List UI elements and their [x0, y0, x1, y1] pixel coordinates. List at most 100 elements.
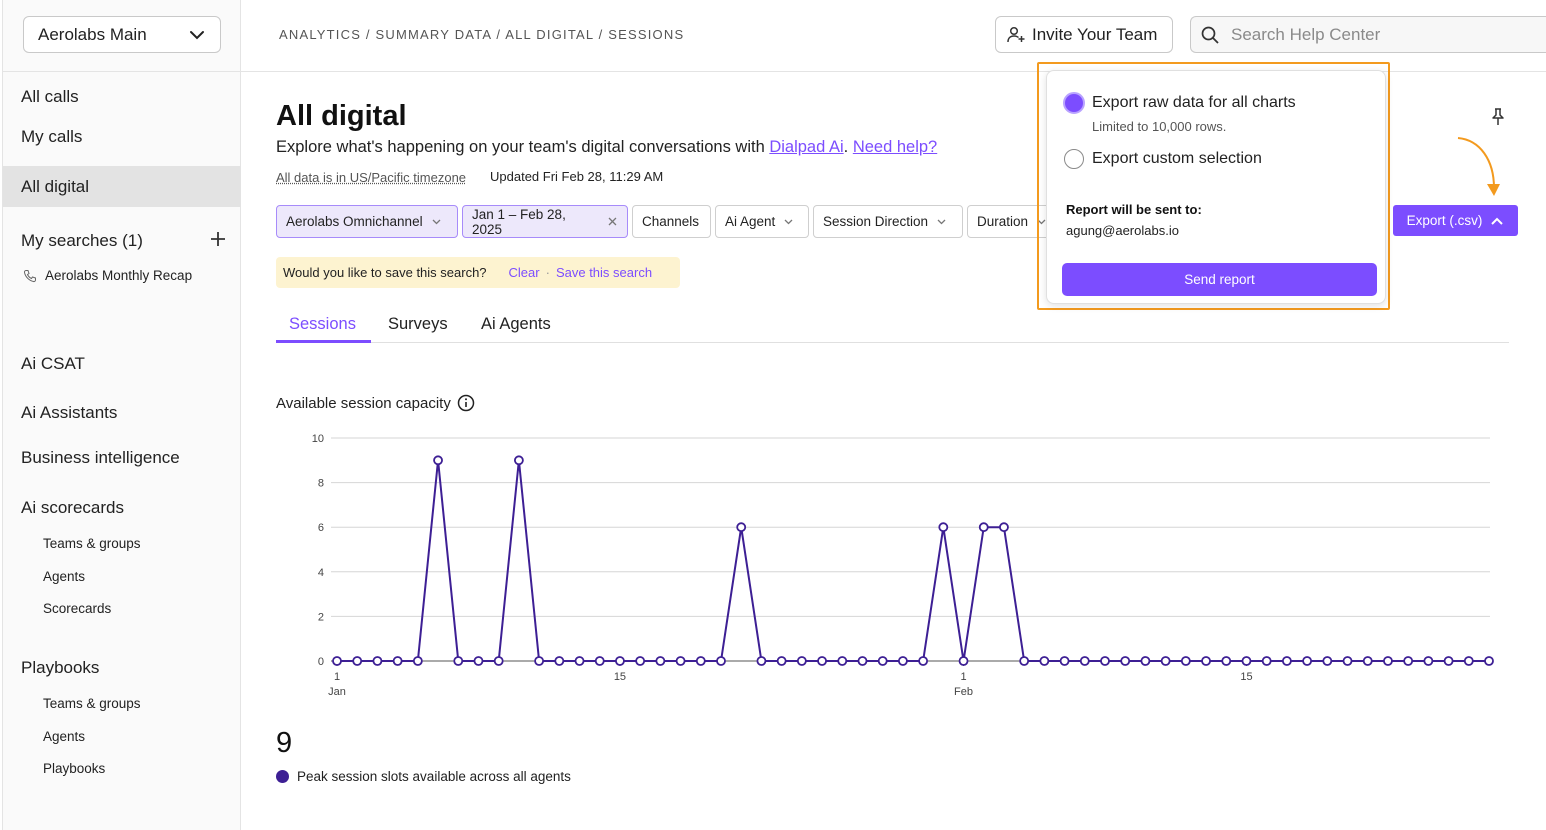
filter-chip-session-direction[interactable]: Session Direction: [813, 205, 963, 238]
sidebar-item-ai-csat[interactable]: Ai CSAT: [3, 349, 241, 379]
close-icon[interactable]: [607, 216, 618, 227]
chevron-down-icon: [190, 30, 204, 39]
data-point: [877, 656, 888, 666]
sidebar-item-label: My searches (1): [21, 231, 143, 250]
data-point: [938, 522, 949, 533]
add-user-icon: [1007, 26, 1025, 42]
data-point: [493, 656, 504, 666]
data-point: [675, 656, 686, 666]
clear-search-link[interactable]: Clear: [509, 265, 540, 280]
legend-label: Peak session slots available across all …: [297, 769, 571, 784]
sidebar-subitem-teams-groups[interactable]: Teams & groups: [43, 536, 141, 551]
send-report-label: Send report: [1184, 272, 1255, 287]
data-point: [837, 656, 848, 666]
subtitle-separator: .: [843, 138, 853, 156]
invite-team-button[interactable]: Invite Your Team: [995, 16, 1173, 53]
data-point: [453, 656, 464, 666]
legend-swatch: [276, 770, 289, 783]
data-point: [1322, 656, 1333, 666]
radio-selected[interactable]: [1063, 92, 1085, 114]
y-tick-label: 0: [318, 656, 324, 668]
data-point: [1221, 656, 1232, 666]
sidebar-item-label: Ai Assistants: [21, 403, 118, 422]
sidebar-subitem-agents[interactable]: Agents: [43, 729, 85, 744]
send-report-button[interactable]: Send report: [1062, 263, 1377, 296]
data-point: [332, 656, 342, 666]
data-point: [1180, 656, 1191, 666]
chart-title-text: Available session capacity: [276, 394, 451, 412]
workspace-select[interactable]: Aerolabs Main: [23, 16, 221, 53]
help-search: [1190, 16, 1546, 53]
sidebar: Aerolabs Main All calls My calls All dig…: [2, 0, 241, 830]
active-tab-indicator: [276, 340, 371, 343]
sidebar-item-my-calls[interactable]: My calls: [3, 122, 241, 152]
sidebar-item-my-searches[interactable]: My searches (1): [3, 226, 241, 256]
data-point: [1100, 656, 1110, 666]
filter-chip-channels[interactable]: Channels: [632, 205, 711, 238]
data-point: [857, 656, 868, 666]
tab-surveys[interactable]: Surveys: [388, 315, 448, 334]
filter-chip-date-range[interactable]: Jan 1 – Feb 28, 2025: [462, 205, 628, 238]
data-point: [1059, 656, 1070, 666]
data-point: [433, 455, 443, 466]
data-point: [1342, 656, 1353, 666]
data-point: [776, 656, 787, 666]
sidebar-item-business-intelligence[interactable]: Business intelligence: [3, 443, 241, 473]
export-csv-button[interactable]: Export (.csv): [1393, 205, 1518, 236]
data-point: [918, 656, 929, 666]
sidebar-item-playbooks[interactable]: Playbooks: [3, 653, 241, 683]
need-help-link[interactable]: Need help?: [853, 138, 937, 156]
dialpad-ai-link[interactable]: Dialpad Ai: [769, 138, 843, 156]
filter-chip-omnichannel[interactable]: Aerolabs Omnichannel: [276, 205, 458, 238]
report-recipient-email: agung@aerolabs.io: [1066, 223, 1179, 238]
add-search-icon[interactable]: [208, 229, 228, 249]
export-button-label: Export (.csv): [1406, 213, 1483, 228]
sidebar-item-ai-scorecards[interactable]: Ai scorecards: [3, 493, 241, 523]
export-all-label: Export raw data for all charts: [1092, 94, 1296, 111]
data-point: [372, 656, 383, 666]
sidebar-subitem-playbooks[interactable]: Playbooks: [43, 761, 105, 776]
data-point: [1160, 656, 1171, 666]
tab-ai-agents[interactable]: Ai Agents: [481, 315, 551, 334]
x-tick-sublabel: Jan: [328, 686, 346, 698]
sidebar-subitem-teams-groups[interactable]: Teams & groups: [43, 696, 141, 711]
pin-icon[interactable]: [1488, 107, 1508, 127]
saved-search-label: Aerolabs Monthly Recap: [45, 268, 193, 283]
search-icon: [1201, 26, 1219, 44]
sidebar-item-label: Playbooks: [21, 658, 100, 677]
info-icon[interactable]: [457, 394, 475, 412]
sidebar-item-all-calls[interactable]: All calls: [3, 82, 241, 112]
data-point: [473, 656, 484, 666]
chart-legend: Peak session slots available across all …: [276, 769, 571, 784]
radio-unselected[interactable]: [1064, 149, 1084, 169]
data-point: [1039, 656, 1050, 666]
sidebar-item-label: All calls: [21, 87, 79, 106]
export-custom-option[interactable]: Export custom selection: [1064, 149, 1262, 169]
invite-team-label: Invite Your Team: [1032, 24, 1158, 44]
peak-session-value: 9: [276, 727, 293, 759]
data-point: [796, 656, 807, 666]
filter-chip-ai-agent[interactable]: Ai Agent: [715, 205, 809, 238]
phone-icon: [23, 269, 36, 282]
sidebar-subitem-scorecards[interactable]: Scorecards: [43, 601, 111, 616]
tab-sessions[interactable]: Sessions: [289, 315, 356, 334]
data-point: [1423, 656, 1434, 666]
annotation-arrow-icon: [1457, 137, 1500, 196]
timezone-note[interactable]: All data is in US/Pacific timezone: [276, 170, 466, 185]
data-point: [352, 656, 363, 666]
data-point: [655, 656, 666, 666]
sidebar-item-ai-assistants[interactable]: Ai Assistants: [3, 398, 241, 428]
export-all-option[interactable]: Export raw data for all charts: [1063, 92, 1296, 114]
sidebar-item-label: Ai CSAT: [21, 354, 85, 373]
data-point: [1302, 656, 1313, 666]
chevron-down-icon: [937, 219, 946, 225]
chip-label: Aerolabs Omnichannel: [286, 214, 423, 229]
sidebar-subitem-agents[interactable]: Agents: [43, 569, 85, 584]
sidebar-item-all-digital[interactable]: All digital: [3, 166, 241, 207]
export-limit-note: Limited to 10,000 rows.: [1092, 119, 1227, 134]
saved-search-item[interactable]: Aerolabs Monthly Recap: [23, 268, 192, 283]
data-point: [392, 656, 403, 666]
save-search-link[interactable]: Save this search: [556, 265, 652, 280]
y-tick-label: 8: [318, 478, 324, 490]
search-input[interactable]: [1231, 24, 1531, 45]
